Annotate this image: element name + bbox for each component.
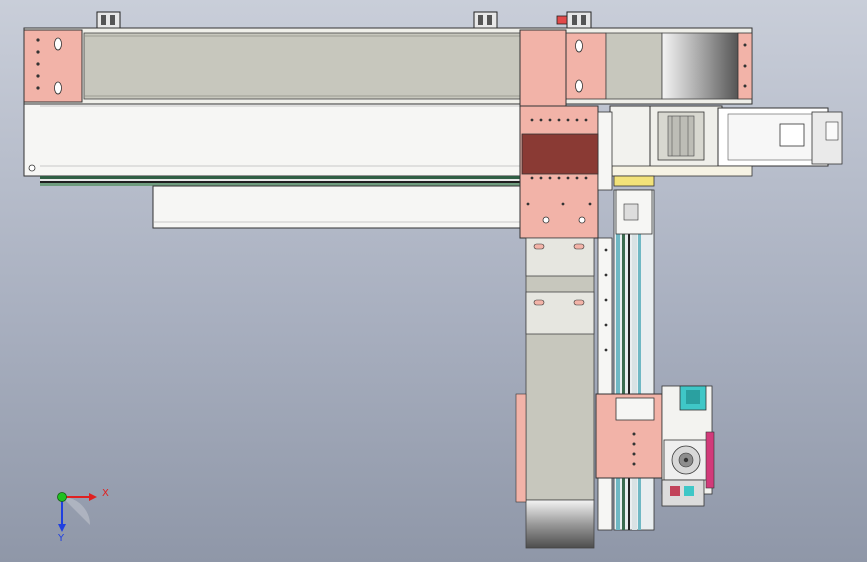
lower-profile (23, 103, 523, 177)
linear-guide-rail (40, 176, 520, 186)
right-end-cap (737, 32, 753, 100)
top-beam-right (605, 32, 663, 100)
belt-roller-top (661, 32, 739, 100)
cable-connector-right (556, 11, 592, 29)
motor-base-plate (611, 165, 753, 177)
carriage-slot-highlight (521, 133, 599, 175)
coordinate-triad: X Y (57, 488, 109, 544)
x-axis-label: X (102, 488, 109, 499)
cable-connector-left (96, 11, 121, 29)
right-end-plate (565, 32, 607, 100)
coupling (657, 111, 705, 161)
servo-motor[interactable] (609, 105, 843, 177)
y-axis-label: Y (57, 533, 65, 544)
magenta-mount (705, 431, 715, 489)
vertical-beam (525, 237, 595, 501)
yellow-spacer (613, 175, 655, 187)
gripper-unit[interactable] (661, 385, 715, 507)
top-beam-body (83, 32, 521, 100)
bottom-end-plate (515, 393, 527, 503)
y-axis-dot (57, 492, 67, 502)
belt-roller-bottom (525, 499, 595, 549)
left-end-plate (23, 29, 83, 103)
lower-carriage (595, 393, 663, 479)
vertical-guide-rail (597, 189, 655, 531)
sensor-block (679, 385, 707, 411)
cad-viewport[interactable]: X Y (0, 0, 867, 562)
cable-connector-middle (473, 11, 498, 29)
upper-bracket (615, 189, 653, 235)
stepper-motor-face (663, 439, 711, 481)
